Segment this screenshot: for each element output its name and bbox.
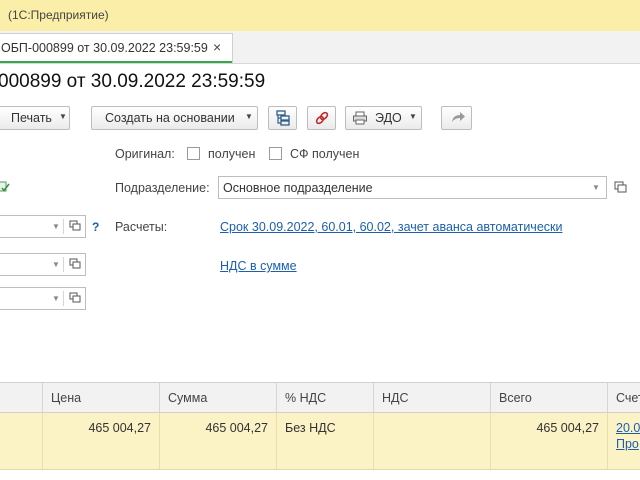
- header-account-label: Счет: [616, 391, 640, 405]
- table-header: Цена Сумма % НДС НДС Всего Счет: [0, 382, 640, 413]
- tab-active-indicator: [0, 61, 232, 63]
- row-cell-price[interactable]: 465 004,27: [43, 413, 160, 469]
- edo-button[interactable]: ЭДО ▼: [345, 106, 422, 130]
- row-cell-sum[interactable]: 465 004,27: [160, 413, 277, 469]
- open-icon[interactable]: [65, 216, 85, 240]
- header-sum-label: Сумма: [168, 391, 208, 405]
- settlements-link[interactable]: Срок 30.09.2022, 60.01, 60.02, зачет ава…: [220, 220, 562, 234]
- link-icon: [314, 110, 330, 129]
- window-title: (1С:Предприятие): [8, 8, 109, 22]
- row-account-link[interactable]: 20.0: [616, 421, 640, 435]
- row-cell-vat[interactable]: [374, 413, 491, 469]
- document-tab[interactable]: ОБП-000899 от 30.09.2022 23:59:59 ×: [0, 33, 233, 63]
- row-vat-rate: Без НДС: [285, 421, 336, 435]
- subdivision-value: Основное подразделение: [223, 181, 373, 195]
- close-icon[interactable]: ×: [213, 39, 221, 55]
- printer-icon: [352, 111, 368, 128]
- received-checkbox[interactable]: [187, 147, 200, 160]
- row-cell-total[interactable]: 465 004,27: [491, 413, 608, 469]
- header-cell-empty: [0, 383, 43, 412]
- open-icon[interactable]: [65, 254, 85, 278]
- row-account-sub-link[interactable]: Про: [616, 437, 639, 451]
- settlements-label: Расчеты:: [115, 220, 168, 234]
- chevron-down-icon[interactable]: ▼: [52, 222, 60, 231]
- header-cell-sum[interactable]: Сумма: [160, 383, 277, 412]
- original-label: Оригинал:: [115, 147, 175, 161]
- left-field-1[interactable]: ▼: [0, 215, 86, 238]
- left-field-2[interactable]: ▼: [0, 253, 86, 276]
- left-field-3[interactable]: ▼: [0, 287, 86, 310]
- post-button[interactable]: [441, 106, 472, 130]
- field-separator: [63, 291, 64, 306]
- structure-icon: [275, 110, 291, 129]
- header-cell-total[interactable]: Всего: [491, 383, 608, 412]
- post-arrow-icon: [450, 111, 466, 128]
- chevron-down-icon: ▼: [245, 112, 253, 121]
- sf-received-checkbox[interactable]: [269, 147, 282, 160]
- header-vat-rate-label: % НДС: [285, 391, 327, 405]
- field-separator: [63, 219, 64, 234]
- document-check-icon[interactable]: [0, 181, 10, 196]
- chevron-down-icon: ▼: [59, 112, 67, 121]
- link-button[interactable]: [307, 106, 336, 130]
- print-button-label: Печать: [11, 111, 52, 125]
- open-icon[interactable]: [65, 288, 85, 312]
- print-button[interactable]: Печать ▼: [0, 106, 70, 130]
- chevron-down-icon: ▼: [409, 112, 417, 121]
- row-sum: 465 004,27: [205, 421, 268, 435]
- window-title-bar: (1С:Предприятие): [0, 0, 640, 32]
- header-cell-account[interactable]: Счет: [608, 383, 640, 412]
- header-cell-vat[interactable]: НДС: [374, 383, 491, 412]
- field-separator: [63, 257, 64, 272]
- vat-in-sum-link[interactable]: НДС в сумме: [220, 259, 297, 273]
- row-cell-account[interactable]: 20.0 Про: [608, 413, 640, 469]
- page-title: 000899 от 30.09.2022 23:59:59: [0, 71, 266, 92]
- row-total: 465 004,27: [536, 421, 599, 435]
- header-cell-price[interactable]: Цена: [43, 383, 160, 412]
- chevron-down-icon[interactable]: ▼: [52, 260, 60, 269]
- received-label: получен: [208, 147, 256, 161]
- subdivision-field[interactable]: Основное подразделение ▼: [218, 176, 607, 199]
- document-tab-label: ОБП-000899 от 30.09.2022 23:59:59: [1, 41, 208, 55]
- header-price-label: Цена: [51, 391, 82, 405]
- chevron-down-icon[interactable]: ▼: [592, 183, 600, 192]
- help-icon[interactable]: ?: [92, 220, 99, 234]
- tab-bar: ОБП-000899 от 30.09.2022 23:59:59 ×: [0, 31, 640, 64]
- chevron-down-icon[interactable]: ▼: [52, 294, 60, 303]
- header-total-label: Всего: [499, 391, 532, 405]
- table-row[interactable]: 465 004,27 465 004,27 Без НДС 465 004,27…: [0, 413, 640, 470]
- create-based-on-button[interactable]: Создать на основании ▼: [91, 106, 258, 130]
- row-cell-empty[interactable]: [0, 413, 43, 469]
- row-price: 465 004,27: [88, 421, 151, 435]
- edo-button-label: ЭДО: [375, 111, 402, 125]
- row-cell-vat-rate[interactable]: Без НДС: [277, 413, 374, 469]
- structure-button[interactable]: [268, 106, 297, 130]
- create-based-on-label: Создать на основании: [105, 111, 235, 125]
- subdivision-label: Подразделение:: [115, 181, 210, 195]
- open-icon[interactable]: [609, 176, 629, 199]
- header-cell-vat-rate[interactable]: % НДС: [277, 383, 374, 412]
- header-vat-label: НДС: [382, 391, 409, 405]
- sf-received-label: СФ получен: [290, 147, 360, 161]
